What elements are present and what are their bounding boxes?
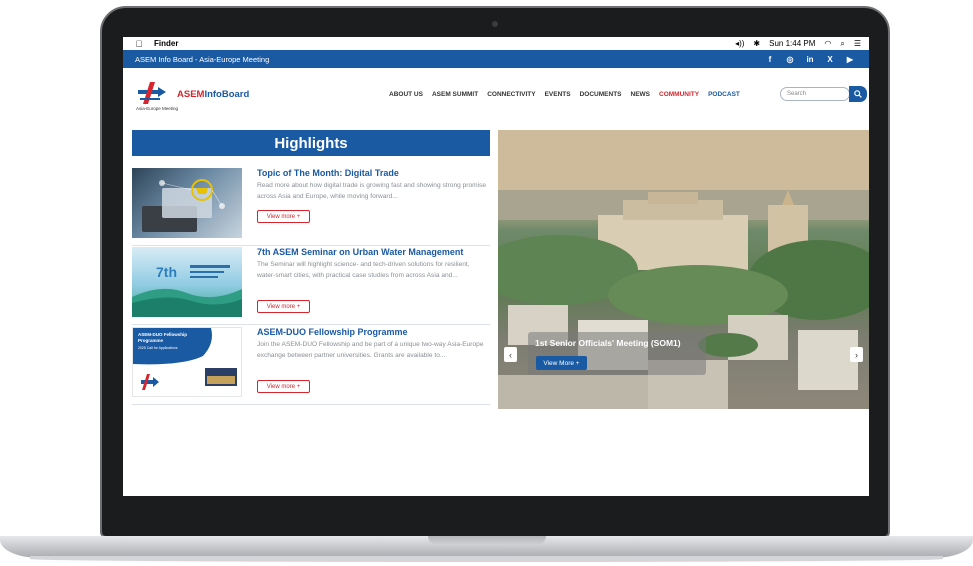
- slide-caption: 1st Senior Officials' Meeting (SOM1) Vie…: [528, 332, 706, 375]
- article-title[interactable]: Topic of The Month: Digital Trade: [257, 168, 399, 178]
- slider-next-button[interactable]: ›: [850, 347, 863, 362]
- article-description: Read more about how digital trade is gro…: [257, 182, 487, 200]
- highlight-article: ASEM-DUO Fellowship Programme 2025 Call …: [132, 327, 490, 405]
- nav-events[interactable]: EVENTS: [545, 91, 571, 98]
- site-topbar-title: ASEM Info Board - Asia-Europe Meeting: [135, 54, 270, 64]
- laptop-notch: [428, 536, 546, 545]
- water-seminar-thumbnail[interactable]: 7th: [132, 247, 242, 317]
- nav-about-us[interactable]: ABOUT US: [389, 91, 423, 98]
- youtube-icon[interactable]: ▶: [845, 55, 855, 64]
- highlight-article: 7th 7th ASEM Seminar on Urban Water Mana…: [132, 247, 490, 325]
- nav-asem-summit[interactable]: ASEM SUMMIT: [432, 91, 478, 98]
- search-placeholder: Search: [787, 91, 807, 97]
- x-icon[interactable]: X: [825, 55, 835, 64]
- logo-text[interactable]: ASEMInfoBoard: [177, 89, 249, 100]
- digital-trade-image: [142, 179, 225, 232]
- thumbnail-subtitle: 2025 Call for Applications: [138, 346, 178, 350]
- bluetooth-icon[interactable]: ✱: [753, 39, 760, 48]
- screen:  Finder ◂)) ✱ Sun 1:44 PM ◠ ⌕ ☰ ASEM In…: [123, 37, 869, 496]
- mac-menubar:  Finder ◂)) ✱ Sun 1:44 PM ◠ ⌕ ☰: [123, 37, 869, 50]
- facebook-icon[interactable]: f: [765, 55, 775, 64]
- slider-prev-button[interactable]: ‹: [504, 347, 517, 362]
- clock[interactable]: Sun 1:44 PM: [769, 39, 815, 48]
- logo-text-infoboard: InfoBoard: [204, 89, 250, 100]
- apple-icon[interactable]: : [134, 39, 144, 49]
- nav-podcast[interactable]: PODCAST: [708, 91, 740, 98]
- chevron-left-icon: ‹: [509, 349, 512, 360]
- water-seminar-image: 7th: [132, 264, 242, 317]
- instagram-icon[interactable]: ◎: [785, 55, 795, 64]
- slide-view-more-button[interactable]: View More +: [536, 356, 587, 370]
- highlights-heading: Highlights: [132, 130, 490, 156]
- asem-duo-thumbnail[interactable]: ASEM-DUO Fellowship Programme 2025 Call …: [132, 327, 242, 397]
- article-description: Join the ASEM-DUO Fellowship and be part…: [257, 341, 484, 359]
- view-more-button[interactable]: View more +: [257, 210, 310, 223]
- article-title[interactable]: 7th ASEM Seminar on Urban Water Manageme…: [257, 247, 463, 257]
- chevron-right-icon: ›: [855, 349, 858, 360]
- spotlight-icon[interactable]: ⌕: [840, 39, 844, 49]
- view-more-button[interactable]: View more +: [257, 300, 310, 313]
- hero-slider[interactable]: 1st Senior Officials' Meeting (SOM1) Vie…: [498, 130, 869, 409]
- app-name[interactable]: Finder: [154, 39, 178, 48]
- menubar-status: ◂)) ✱ Sun 1:44 PM ◠ ⌕ ☰: [735, 39, 861, 49]
- camera: [492, 21, 498, 27]
- svg-text:7th: 7th: [156, 264, 177, 280]
- laptop-shadow: [30, 556, 943, 562]
- nav-connectivity[interactable]: CONNECTIVITY: [487, 91, 535, 98]
- article-title[interactable]: ASEM-DUO Fellowship Programme: [257, 327, 408, 337]
- search-input[interactable]: Search: [780, 87, 850, 101]
- logo-text-asem: ASEM: [177, 89, 205, 100]
- view-more-button[interactable]: View more +: [257, 380, 310, 393]
- thumbnail-title: ASEM-DUO Fellowship Programme: [138, 332, 188, 343]
- slide-caption-title[interactable]: 1st Senior Officials' Meeting (SOM1): [535, 338, 681, 348]
- social-links: f ◎ in X ▶: [765, 55, 855, 64]
- main-nav: ABOUT US ASEM SUMMIT CONNECTIVITY EVENTS…: [389, 91, 740, 98]
- logo-subtitle: Asia-Europe Meeting: [136, 106, 179, 111]
- control-center-icon[interactable]: ☰: [854, 39, 861, 48]
- nav-documents[interactable]: DOCUMENTS: [580, 91, 622, 98]
- digital-trade-thumbnail[interactable]: [132, 168, 242, 238]
- asem-logo-icon[interactable]: [136, 81, 170, 105]
- search-icon: [854, 90, 862, 98]
- nav-news[interactable]: NEWS: [631, 91, 651, 98]
- highlight-article: Topic of The Month: Digital Trade Read m…: [132, 168, 490, 246]
- search-button[interactable]: [849, 86, 867, 102]
- article-description: The Seminar will highlight science- and …: [257, 261, 470, 279]
- site-topbar: ASEM Info Board - Asia-Europe Meeting f …: [123, 50, 869, 68]
- linkedin-icon[interactable]: in: [805, 55, 815, 64]
- site-header: ASEMInfoBoard Asia-Europe Meeting ABOUT …: [123, 68, 869, 123]
- nav-community[interactable]: COMMUNITY: [659, 91, 699, 98]
- wifi-icon[interactable]: ◠: [824, 39, 831, 48]
- volume-icon[interactable]: ◂)): [735, 39, 744, 48]
